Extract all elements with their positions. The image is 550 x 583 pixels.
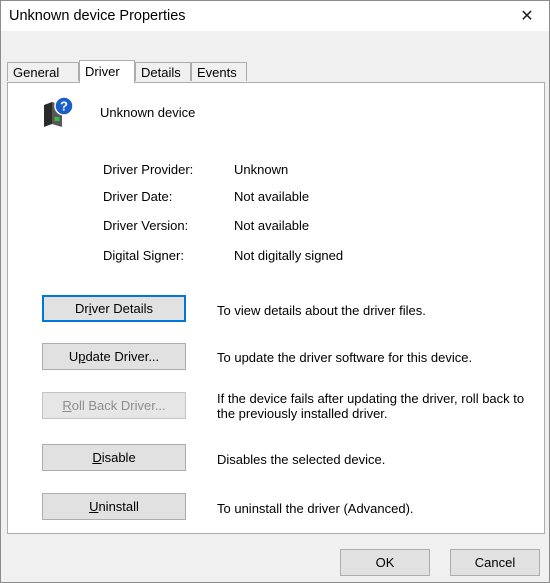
driver-date-value: Not available: [234, 189, 310, 204]
window-title: Unknown device Properties: [9, 8, 186, 24]
tab-general[interactable]: General: [7, 62, 79, 81]
driver-details-description: To view details about the driver files.: [217, 303, 426, 318]
digital-signer-label: Digital Signer:: [103, 248, 184, 263]
uninstall-driver-description: To uninstall the driver (Advanced).: [217, 501, 414, 516]
close-icon: ✕: [520, 8, 534, 25]
disable-device-button[interactable]: Disable: [42, 444, 186, 471]
driver-provider-value: Unknown: [234, 162, 289, 177]
driver-version-value: Not available: [234, 218, 310, 233]
tab-details[interactable]: Details: [135, 62, 191, 81]
properties-dialog: Unknown device Properties ✕ General Driv…: [0, 0, 550, 583]
ok-button[interactable]: OK: [340, 549, 430, 576]
close-button[interactable]: ✕: [505, 1, 549, 31]
digital-signer-value: Not digitally signed: [234, 248, 344, 263]
roll-back-driver-description: If the device fails after updating the d…: [217, 391, 525, 421]
svg-text:?: ?: [60, 99, 68, 114]
driver-details-button[interactable]: Dr i ver Details: [42, 295, 186, 322]
roll-back-driver-button[interactable]: Roll Back Driver...: [42, 392, 186, 419]
driver-provider-label: Driver Provider:: [103, 162, 194, 177]
driver-version-label: Driver Version:: [103, 218, 189, 233]
update-driver-button[interactable]: Up date Driver...: [42, 343, 186, 370]
title-bar: Unknown device Properties ✕: [1, 1, 549, 31]
driver-date-label: Driver Date:: [103, 189, 173, 204]
cancel-button[interactable]: Cancel: [450, 549, 540, 576]
update-driver-description: To update the driver software for this d…: [217, 350, 473, 365]
tab-driver[interactable]: Driver: [79, 60, 135, 83]
unknown-device-icon: ?: [44, 96, 74, 127]
device-name: Unknown device: [100, 105, 196, 120]
tab-events[interactable]: Events: [191, 62, 247, 81]
driver-tab-panel: ? Unknown device Driver Provider: Unknow…: [7, 82, 545, 534]
disable-device-description: Disables the selected device.: [217, 452, 386, 467]
uninstall-driver-button[interactable]: Uninstall: [42, 493, 186, 520]
